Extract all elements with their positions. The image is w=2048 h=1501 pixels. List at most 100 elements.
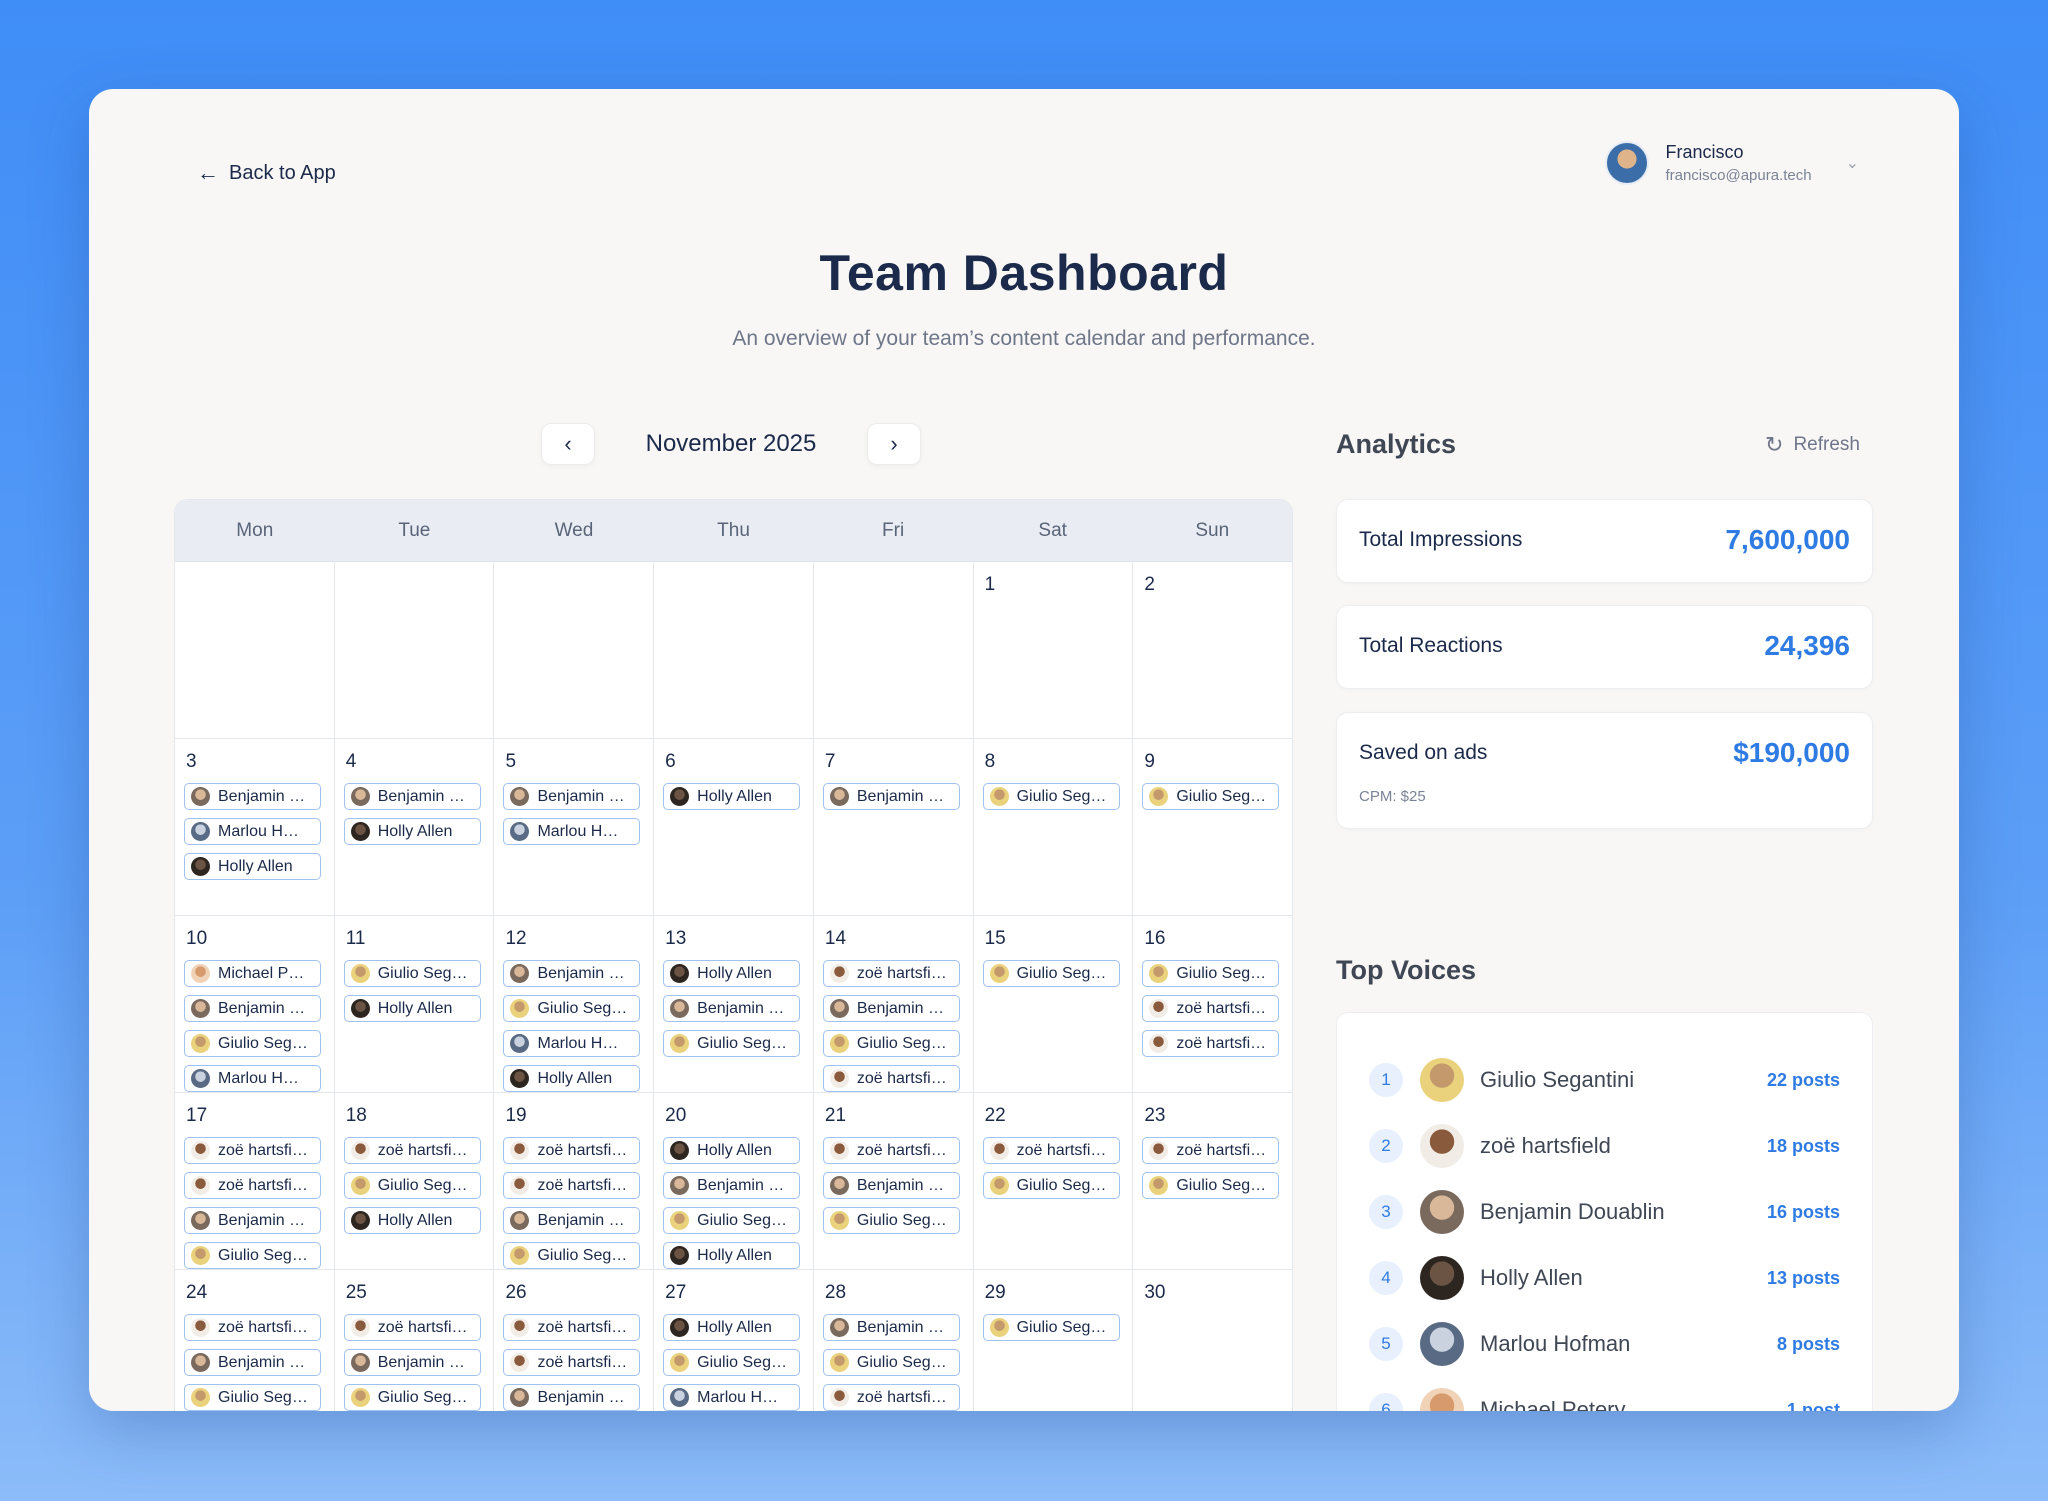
post-chip[interactable]: Giulio Seg… — [343, 1384, 481, 1411]
post-chip[interactable]: Giulio Seg… — [663, 1207, 801, 1234]
post-chip[interactable]: Giulio Seg… — [663, 1349, 801, 1376]
calendar-day-cell[interactable]: 21 zoë hartsfi… Benjamin … Giulio Seg… — [814, 1093, 974, 1269]
post-chip[interactable]: zoë hartsfi… — [503, 1137, 641, 1164]
calendar-day-cell[interactable]: 18 zoë hartsfi… Giulio Seg… Holly Allen — [335, 1093, 495, 1269]
next-month-button[interactable]: › — [867, 423, 921, 465]
post-chip[interactable]: zoë hartsfi… — [184, 1314, 321, 1341]
calendar-day-cell[interactable]: 27 Holly Allen Giulio Seg… Marlou H… — [654, 1270, 814, 1411]
post-chip[interactable]: zoë hartsfi… — [1142, 1137, 1280, 1164]
post-chip[interactable]: Holly Allen — [343, 995, 481, 1022]
post-chip[interactable]: Giulio Seg… — [343, 1172, 481, 1199]
post-chip[interactable]: Giulio Seg… — [663, 1030, 801, 1057]
calendar-day-cell[interactable]: 9 Giulio Seg… — [1133, 739, 1292, 915]
calendar-day-cell[interactable]: 11 Giulio Seg… Holly Allen — [335, 916, 495, 1092]
post-chip[interactable]: Giulio Seg… — [822, 1349, 960, 1376]
post-chip[interactable]: Giulio Seg… — [982, 1314, 1120, 1341]
post-chip[interactable]: Giulio Seg… — [982, 1172, 1120, 1199]
post-chip[interactable]: Giulio Seg… — [503, 1242, 641, 1269]
calendar-day-cell[interactable] — [494, 562, 655, 738]
calendar-day-cell[interactable]: 6 Holly Allen — [654, 739, 814, 915]
calendar-day-cell[interactable]: 26 zoë hartsfi… zoë hartsfi… Benjamin … — [494, 1270, 655, 1411]
calendar-day-cell[interactable]: 12 Benjamin … Giulio Seg… Marlou H… Holly Al… — [494, 916, 655, 1092]
post-chip[interactable]: zoë hartsfi… — [822, 1065, 960, 1092]
post-chip[interactable]: Giulio Seg… — [184, 1242, 321, 1269]
post-chip[interactable]: Benjamin … — [503, 1384, 641, 1411]
voice-post-count[interactable]: 16 posts — [1767, 1202, 1840, 1223]
calendar-day-cell[interactable]: 13 Holly Allen Benjamin … Giulio Seg… — [654, 916, 814, 1092]
post-chip[interactable]: Holly Allen — [663, 1137, 801, 1164]
post-chip[interactable]: Benjamin … — [663, 995, 801, 1022]
post-chip[interactable]: Giulio Seg… — [822, 1030, 960, 1057]
post-chip[interactable]: zoë hartsfi… — [822, 1384, 960, 1411]
top-voice-row[interactable]: 4 Holly Allen 13 posts — [1369, 1245, 1840, 1311]
post-chip[interactable]: zoë hartsfi… — [343, 1314, 481, 1341]
calendar-day-cell[interactable] — [175, 562, 335, 738]
post-chip[interactable]: zoë hartsfi… — [503, 1314, 641, 1341]
calendar-day-cell[interactable]: 1 — [974, 562, 1134, 738]
calendar-day-cell[interactable]: 7 Benjamin … — [814, 739, 974, 915]
calendar-day-cell[interactable]: 24 zoë hartsfi… Benjamin … Giulio Seg… — [175, 1270, 335, 1411]
post-chip[interactable]: zoë hartsfi… — [343, 1137, 481, 1164]
calendar-day-cell[interactable]: 20 Holly Allen Benjamin … Giulio Seg… Holly … — [654, 1093, 814, 1269]
top-voice-row[interactable]: 3 Benjamin Douablin 16 posts — [1369, 1179, 1840, 1245]
calendar-day-cell[interactable]: 5 Benjamin … Marlou H… — [494, 739, 655, 915]
post-chip[interactable]: Benjamin … — [503, 960, 641, 987]
voice-post-count[interactable]: 13 posts — [1767, 1268, 1840, 1289]
voice-post-count[interactable]: 18 posts — [1767, 1136, 1840, 1157]
post-chip[interactable]: zoë hartsfi… — [1142, 1030, 1280, 1057]
post-chip[interactable]: zoë hartsfi… — [184, 1137, 321, 1164]
post-chip[interactable]: Benjamin … — [343, 1349, 481, 1376]
calendar-day-cell[interactable] — [814, 562, 974, 738]
post-chip[interactable]: Marlou H… — [184, 818, 321, 845]
post-chip[interactable]: Michael P… — [184, 960, 321, 987]
prev-month-button[interactable]: ‹ — [541, 423, 595, 465]
calendar-day-cell[interactable]: 16 Giulio Seg… zoë hartsfi… zoë hartsfi… — [1133, 916, 1292, 1092]
post-chip[interactable]: Giulio Seg… — [1142, 1172, 1280, 1199]
post-chip[interactable]: Marlou H… — [503, 1030, 641, 1057]
post-chip[interactable]: Holly Allen — [663, 960, 801, 987]
calendar-day-cell[interactable]: 14 zoë hartsfi… Benjamin … Giulio Seg… zoë h… — [814, 916, 974, 1092]
post-chip[interactable]: zoë hartsfi… — [184, 1172, 321, 1199]
post-chip[interactable]: Giulio Seg… — [982, 783, 1120, 810]
post-chip[interactable]: Marlou H… — [503, 818, 641, 845]
post-chip[interactable]: Holly Allen — [343, 818, 481, 845]
calendar-day-cell[interactable]: 4 Benjamin … Holly Allen — [335, 739, 495, 915]
user-menu[interactable]: Francisco francisco@apura.tech ⌄ — [1605, 141, 1859, 185]
top-voice-row[interactable]: 5 Marlou Hofman 8 posts — [1369, 1311, 1840, 1377]
post-chip[interactable]: Giulio Seg… — [184, 1384, 321, 1411]
calendar-day-cell[interactable]: 19 zoë hartsfi… zoë hartsfi… Benjamin … Giul… — [494, 1093, 655, 1269]
voice-post-count[interactable]: 1 post — [1787, 1400, 1840, 1412]
calendar-day-cell[interactable]: 17 zoë hartsfi… zoë hartsfi… Benjamin … Giul… — [175, 1093, 335, 1269]
post-chip[interactable]: Marlou H… — [663, 1384, 801, 1411]
post-chip[interactable]: Marlou H… — [184, 1065, 321, 1092]
back-to-app-link[interactable]: ← Back to App — [197, 153, 336, 193]
post-chip[interactable]: Benjamin … — [343, 783, 481, 810]
calendar-day-cell[interactable]: 2 — [1133, 562, 1292, 738]
post-chip[interactable]: Benjamin … — [822, 783, 960, 810]
calendar-day-cell[interactable] — [654, 562, 814, 738]
calendar-day-cell[interactable]: 28 Benjamin … Giulio Seg… zoë hartsfi… — [814, 1270, 974, 1411]
post-chip[interactable]: Holly Allen — [663, 783, 801, 810]
voice-post-count[interactable]: 8 posts — [1777, 1334, 1840, 1355]
voice-post-count[interactable]: 22 posts — [1767, 1070, 1840, 1091]
calendar-day-cell[interactable] — [335, 562, 495, 738]
calendar-day-cell[interactable]: 3 Benjamin … Marlou H… Holly Allen — [175, 739, 335, 915]
post-chip[interactable]: Benjamin … — [822, 1172, 960, 1199]
post-chip[interactable]: zoë hartsfi… — [982, 1137, 1120, 1164]
post-chip[interactable]: zoë hartsfi… — [822, 960, 960, 987]
post-chip[interactable]: Giulio Seg… — [343, 960, 481, 987]
post-chip[interactable]: Holly Allen — [503, 1065, 641, 1092]
refresh-button[interactable]: ↻ Refresh — [1765, 432, 1860, 458]
calendar-day-cell[interactable]: 8 Giulio Seg… — [974, 739, 1134, 915]
calendar-day-cell[interactable]: 23 zoë hartsfi… Giulio Seg… — [1133, 1093, 1292, 1269]
calendar-day-cell[interactable]: 22 zoë hartsfi… Giulio Seg… — [974, 1093, 1134, 1269]
post-chip[interactable]: Holly Allen — [663, 1314, 801, 1341]
post-chip[interactable]: Giulio Seg… — [1142, 960, 1280, 987]
post-chip[interactable]: Benjamin … — [503, 783, 641, 810]
post-chip[interactable]: Holly Allen — [343, 1207, 481, 1234]
post-chip[interactable]: Giulio Seg… — [503, 995, 641, 1022]
calendar-day-cell[interactable]: 15 Giulio Seg… — [974, 916, 1134, 1092]
calendar-day-cell[interactable]: 29 Giulio Seg… — [974, 1270, 1134, 1411]
post-chip[interactable]: Benjamin … — [184, 1349, 321, 1376]
post-chip[interactable]: Benjamin … — [184, 783, 321, 810]
